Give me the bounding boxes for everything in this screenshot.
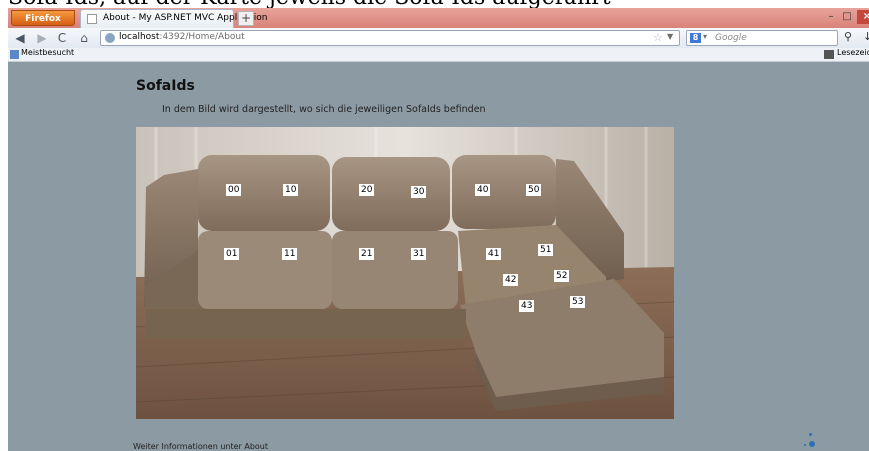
url-text: localhost:4392/Home/About bbox=[119, 32, 245, 42]
toolbar-overflow-icon[interactable]: ↓ bbox=[863, 30, 869, 43]
bookmark-star-icon[interactable]: ☆ bbox=[653, 31, 663, 44]
sofa-id-label: 10 bbox=[283, 184, 299, 196]
page-favicon-icon bbox=[87, 14, 97, 24]
firefox-menu-button[interactable]: Firefox bbox=[11, 10, 75, 26]
sofa-id-label: 52 bbox=[554, 270, 570, 282]
search-box[interactable]: 8 ▾ Google bbox=[686, 30, 838, 46]
sofa-id-label: 30 bbox=[411, 186, 427, 198]
sofa-id-label: 21 bbox=[359, 248, 375, 260]
sofa-id-label: 53 bbox=[570, 296, 586, 308]
sofa-id-label: 40 bbox=[475, 184, 491, 196]
page-title: SofaIds bbox=[136, 78, 195, 94]
overlay-caption: Sofa-Ids, auf der Karte jeweils die Sofa… bbox=[0, 0, 869, 8]
home-icon[interactable]: ⌂ bbox=[76, 30, 92, 46]
page-description: In dem Bild wird dargestellt, wo sich di… bbox=[162, 104, 486, 115]
url-history-dropdown-icon[interactable]: ▼ bbox=[667, 32, 673, 41]
sofa-id-label: 11 bbox=[282, 248, 298, 260]
sofa-id-label: 42 bbox=[503, 274, 519, 286]
bookmark-most-visited[interactable]: Meistbesucht bbox=[21, 48, 74, 57]
address-bar[interactable]: localhost:4392/Home/About ☆ ▼ bbox=[100, 30, 680, 46]
navigation-toolbar: ◀ ▶ C ⌂ localhost:4392/Home/About ☆ ▼ 8 … bbox=[8, 28, 869, 49]
sofa-id-label: 51 bbox=[538, 244, 554, 256]
back-arrow-icon[interactable]: ◀ bbox=[12, 30, 28, 46]
sofa-id-label: 20 bbox=[359, 184, 375, 196]
bookmarks-menu-icon bbox=[824, 50, 834, 59]
forward-arrow-icon[interactable]: ▶ bbox=[34, 30, 50, 46]
sofa-illustration bbox=[136, 127, 674, 419]
sofa-id-label: 43 bbox=[519, 300, 535, 312]
maximize-button[interactable]: □ bbox=[839, 10, 855, 24]
title-bar: Firefox About - My ASP.NET MVC Applicati… bbox=[8, 8, 869, 28]
sofa-id-label: 41 bbox=[486, 248, 502, 260]
sofa-id-label: 01 bbox=[224, 248, 240, 260]
search-magnifier-icon[interactable]: ⚲ bbox=[844, 30, 852, 43]
new-tab-button[interactable]: + bbox=[238, 11, 254, 26]
search-engine-dropdown-icon[interactable]: ▾ bbox=[703, 32, 707, 41]
sofa-id-label: 50 bbox=[526, 184, 542, 196]
tab-about[interactable]: About - My ASP.NET MVC Application bbox=[80, 9, 267, 28]
sofa-id-label: 31 bbox=[411, 248, 427, 260]
page-content: SofaIds In dem Bild wird dargestellt, wo… bbox=[8, 62, 869, 451]
bookmarks-toolbar: Meistbesucht Lesezeichen bbox=[8, 48, 869, 62]
close-window-button[interactable]: × bbox=[857, 10, 869, 24]
footer-text: Weiter Informationen unter About bbox=[133, 442, 269, 451]
bookmark-folder-icon bbox=[10, 50, 19, 59]
loading-dots-icon bbox=[804, 433, 818, 451]
sofa-id-label: 00 bbox=[226, 184, 242, 196]
search-engine-icon[interactable]: 8 bbox=[690, 33, 701, 43]
sofa-photo: 00 10 20 30 40 50 01 11 21 31 41 51 42 5… bbox=[136, 127, 674, 419]
globe-icon bbox=[105, 33, 115, 43]
reload-icon[interactable]: C bbox=[54, 30, 70, 46]
bookmarks-menu-button[interactable]: Lesezeichen bbox=[837, 48, 869, 57]
search-input[interactable]: Google bbox=[715, 33, 747, 43]
minimize-button[interactable]: – bbox=[823, 10, 839, 24]
